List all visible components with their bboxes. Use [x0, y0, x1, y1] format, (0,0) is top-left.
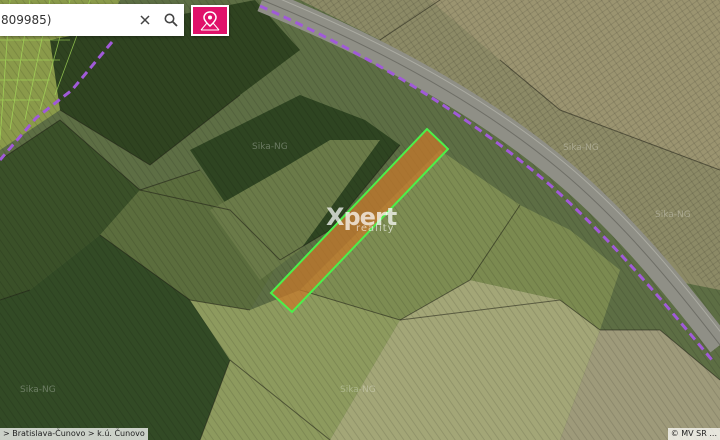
logo-subtitle: reality: [356, 223, 395, 234]
watermark: Sika-NG: [563, 143, 599, 153]
breadcrumb: > Bratislava-Čunovo > k.ú. Čunovo: [0, 428, 148, 440]
map-pin-icon: [200, 10, 220, 30]
watermark: Sika-NG: [340, 385, 376, 395]
watermark: Sika-NG: [655, 210, 691, 220]
watermark: Sika-NG: [252, 142, 288, 152]
search-bar: 809985): [0, 4, 184, 36]
search-icon[interactable]: [158, 4, 184, 36]
map-pin-button[interactable]: [191, 5, 229, 36]
watermark: Sika-NG: [20, 385, 56, 395]
map-attribution: © MV SR ...: [667, 428, 720, 440]
xpert-logo: Xpert reality: [326, 203, 406, 239]
close-icon[interactable]: [132, 4, 158, 36]
search-input[interactable]: 809985): [0, 13, 132, 27]
